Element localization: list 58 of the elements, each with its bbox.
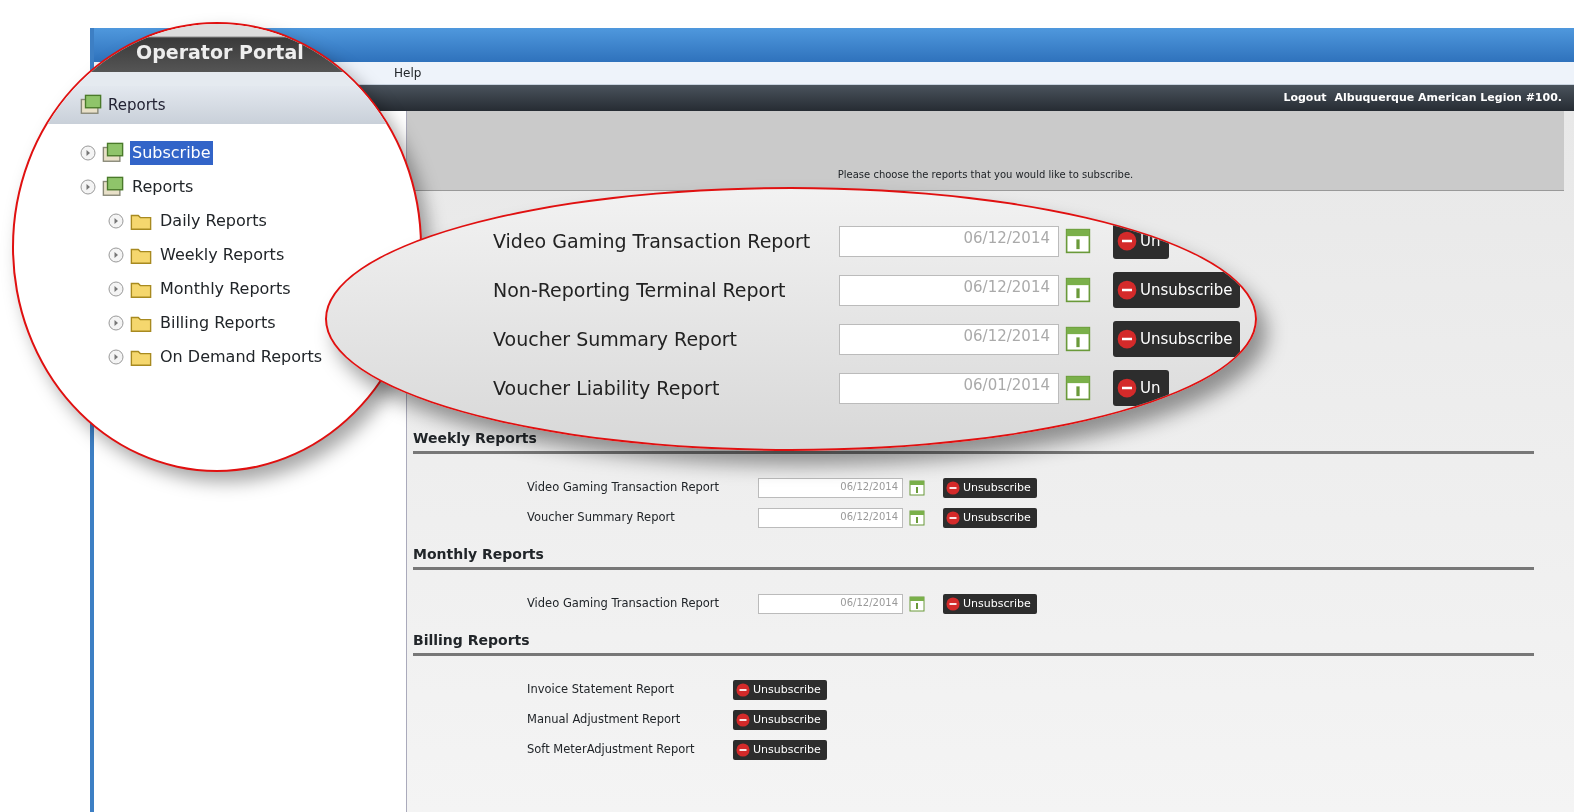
minus-circle-icon (1117, 329, 1137, 349)
report-name: Voucher Liability Report (493, 375, 721, 401)
report-name: Video Gaming Transaction Report (493, 228, 812, 254)
expand-icon (108, 281, 124, 297)
calendar-icon (909, 510, 925, 526)
calendar-icon (1065, 375, 1091, 401)
calendar-icon (909, 596, 925, 612)
unsubscribe-button[interactable]: Unsubscribe (943, 477, 1037, 499)
logout-link[interactable]: Logout (1283, 89, 1327, 107)
expand-icon (80, 145, 96, 161)
calendar-icon (1065, 277, 1091, 303)
report-name: Voucher Summary Report (493, 326, 739, 352)
calendar-icon (909, 480, 925, 496)
section-heading: Monthly Reports (413, 544, 1534, 570)
expand-icon (108, 315, 124, 331)
unsubscribe-button[interactable]: Unsubscribe (733, 739, 827, 761)
expand-icon (108, 247, 124, 263)
unsubscribe-button[interactable]: Un (1113, 370, 1169, 406)
report-name: Non-Reporting Terminal Report (493, 277, 787, 303)
reports-icon (102, 176, 124, 198)
tree-item[interactable]: Subscribe (130, 141, 213, 165)
unsubscribe-button[interactable]: Unsubscribe (943, 593, 1037, 615)
unsubscribe-button[interactable]: Unsubscribe (1113, 321, 1241, 357)
unsubscribe-button[interactable]: Unsubscribe (1113, 272, 1241, 308)
calendar-icon (1065, 326, 1091, 352)
minus-circle-icon (1117, 378, 1137, 398)
minus-circle-icon (1117, 231, 1137, 251)
calendar-icon (1065, 228, 1091, 254)
report-name: Video Gaming Transaction Report (527, 595, 721, 613)
report-name: Manual Adjustment Report (527, 711, 682, 729)
minus-circle-icon (736, 713, 750, 727)
unsubscribe-button[interactable]: Unsubscribe (943, 507, 1037, 529)
tree-item[interactable]: Weekly Reports (158, 243, 287, 267)
report-name: Voucher Summary Report (527, 509, 676, 527)
report-name: Video Gaming Transaction Report (527, 479, 721, 497)
section-heading: Billing Reports (413, 630, 1534, 656)
minus-circle-icon (736, 683, 750, 697)
expand-icon (108, 213, 124, 229)
expand-icon (108, 349, 124, 365)
tree-item[interactable]: Monthly Reports (158, 277, 293, 301)
tree-item[interactable]: Reports (130, 175, 196, 199)
unsubscribe-button[interactable]: Unsubscribe (733, 679, 827, 701)
minus-circle-icon (946, 481, 960, 495)
expand-icon (80, 179, 96, 195)
report-name: Invoice Statement Report (527, 681, 676, 699)
panel-title: Reports (108, 94, 166, 116)
tree-item[interactable]: On Demand Reports (158, 345, 325, 369)
instruction-text: Please choose the reports that you would like to subscribe. (837, 168, 1134, 182)
minus-circle-icon (736, 743, 750, 757)
minus-circle-icon (946, 597, 960, 611)
minus-circle-icon (946, 511, 960, 525)
tree-item[interactable]: Daily Reports (158, 209, 269, 233)
report-name: Soft MeterAdjustment Report (527, 741, 696, 759)
account-name: Albuquerque American Legion #100. (1334, 89, 1562, 106)
minus-circle-icon (1117, 280, 1137, 300)
tree-item[interactable]: Billing Reports (158, 311, 278, 335)
reports-icon (80, 94, 102, 116)
unsubscribe-button[interactable]: Unsubscribe (733, 709, 827, 731)
